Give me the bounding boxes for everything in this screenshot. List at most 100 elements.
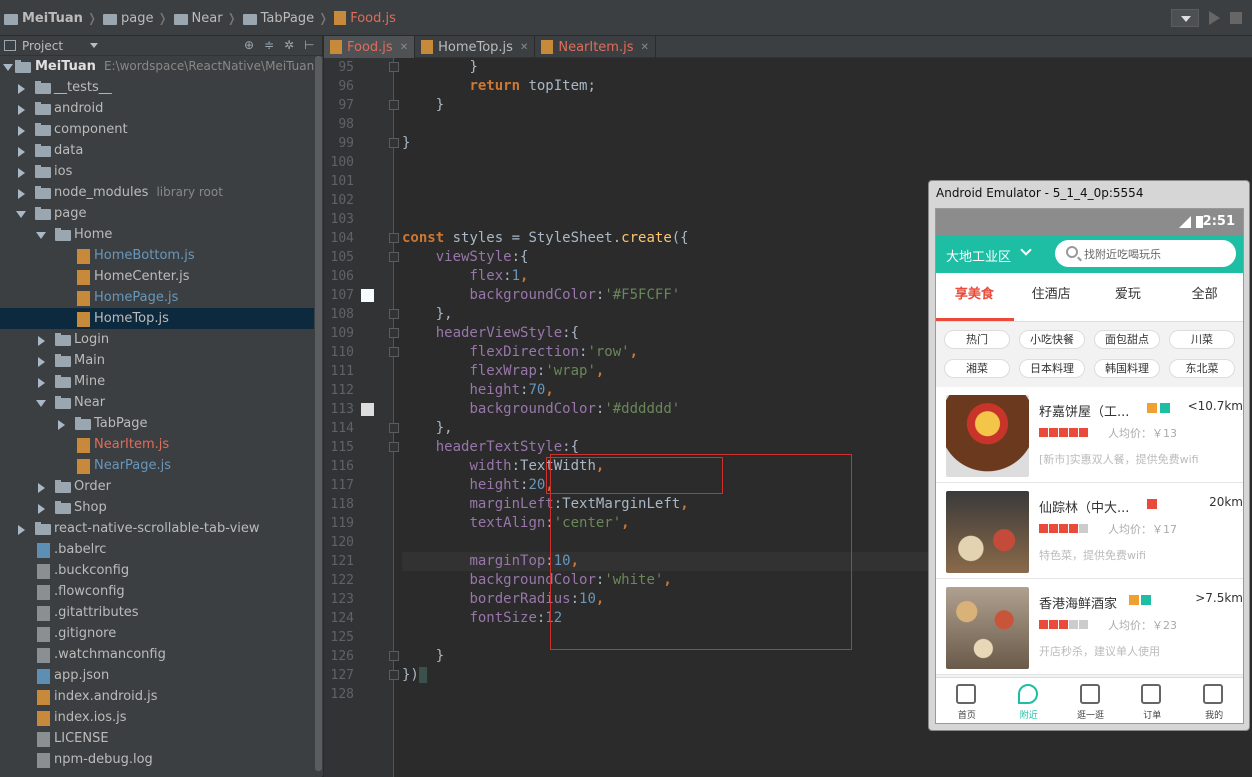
tree-item[interactable]: TabPage: [0, 413, 314, 434]
breadcrumb-item-root[interactable]: MeiTuan: [4, 11, 83, 26]
chip[interactable]: 湘菜: [944, 359, 1010, 378]
chip[interactable]: 东北菜: [1169, 359, 1235, 378]
tree-item[interactable]: Login: [0, 329, 314, 350]
tree-item-root[interactable]: MeiTuan E:\wordspace\ReactNative\MeiTuan: [0, 56, 314, 77]
chevron-down-icon[interactable]: [36, 232, 46, 239]
run-config-dropdown[interactable]: [1171, 9, 1199, 27]
chevron-right-icon[interactable]: [18, 168, 25, 178]
chevron-right-icon[interactable]: [18, 126, 25, 136]
tree-item[interactable]: .gitattributes: [0, 602, 314, 623]
tree-item[interactable]: NearItem.js: [0, 434, 314, 455]
tree-item[interactable]: component: [0, 119, 314, 140]
fold-marker-icon[interactable]: [389, 442, 399, 452]
bottom-tab-browse[interactable]: 逛一逛: [1060, 678, 1122, 723]
fold-marker-icon[interactable]: [389, 423, 399, 433]
chevron-down-icon[interactable]: [36, 400, 46, 407]
color-swatch-icon[interactable]: [361, 289, 374, 302]
tab-food[interactable]: 享美食: [936, 273, 1013, 321]
tree-item[interactable]: HomePage.js: [0, 287, 314, 308]
tree-item[interactable]: .flowconfig: [0, 581, 314, 602]
chevron-down-icon[interactable]: [1020, 244, 1032, 256]
fold-marker-icon[interactable]: [389, 233, 399, 243]
color-swatch-icon[interactable]: [361, 403, 374, 416]
fold-marker-icon[interactable]: [389, 328, 399, 338]
tree-item[interactable]: node_modules library root: [0, 182, 314, 203]
fold-marker-icon[interactable]: [389, 670, 399, 680]
chevron-right-icon[interactable]: [38, 357, 45, 367]
tab-fun[interactable]: 爱玩: [1090, 273, 1167, 321]
bottom-tab-mine[interactable]: 我的: [1183, 678, 1243, 723]
bottom-tab-home[interactable]: 首页: [936, 678, 998, 723]
tab-nearitem-js[interactable]: NearItem.js ✕: [535, 36, 656, 58]
chevron-right-icon[interactable]: [38, 504, 45, 514]
tab-all[interactable]: 全部: [1166, 273, 1243, 321]
tree-item[interactable]: npm-debug.log: [0, 749, 314, 770]
chevron-right-icon[interactable]: [38, 483, 45, 493]
tree-item[interactable]: Home: [0, 224, 314, 245]
tree-item[interactable]: index.android.js: [0, 686, 314, 707]
tree-item[interactable]: Shop: [0, 497, 314, 518]
tree-item[interactable]: NearPage.js: [0, 455, 314, 476]
chip[interactable]: 热门: [944, 330, 1010, 349]
list-item[interactable]: 香港海鲜酒家 >7.5km 人均价：￥23 开店秒杀，建议单人使用: [936, 579, 1243, 675]
close-icon[interactable]: ✕: [520, 42, 528, 53]
fold-marker-icon[interactable]: [389, 138, 399, 148]
emulator-title[interactable]: Android Emulator - 5_1_4_0p:5554: [929, 181, 1249, 206]
chip[interactable]: 日本料理: [1019, 359, 1085, 378]
hide-panel-icon[interactable]: ⊢: [304, 39, 316, 51]
tree-item[interactable]: .watchmanconfig: [0, 644, 314, 665]
chevron-right-icon[interactable]: [18, 84, 25, 94]
fold-marker-icon[interactable]: [389, 347, 399, 357]
project-panel-header[interactable]: Project ⊕ ≑ ✲ ⊢: [0, 36, 322, 56]
bottom-tab-nearby[interactable]: 附近: [998, 678, 1060, 723]
tree-item-selected[interactable]: HomeTop.js: [0, 308, 314, 329]
list-item[interactable]: 籽嘉饼屋（工... <10.7km 人均价：￥13 [新市]实惠双人餐，提供免费…: [936, 387, 1243, 483]
breadcrumb-item-tabpage[interactable]: TabPage: [242, 11, 314, 26]
gear-icon[interactable]: ✲: [284, 39, 296, 51]
chevron-right-icon[interactable]: [58, 420, 65, 430]
tree-item[interactable]: app.json: [0, 665, 314, 686]
chip[interactable]: 韩国料理: [1094, 359, 1160, 378]
bottom-tab-orders[interactable]: 订单: [1121, 678, 1183, 723]
tree-item[interactable]: Order: [0, 476, 314, 497]
breadcrumb-item-near[interactable]: Near: [173, 11, 223, 26]
tree-item[interactable]: .gitignore: [0, 623, 314, 644]
tab-hotel[interactable]: 住酒店: [1013, 273, 1090, 321]
chevron-right-icon[interactable]: [38, 336, 45, 346]
fold-marker-icon[interactable]: [389, 252, 399, 262]
chevron-down-icon[interactable]: [90, 43, 98, 48]
tree-item[interactable]: .babelrc: [0, 539, 314, 560]
sidebar-scrollbar-thumb[interactable]: [315, 56, 322, 771]
fold-marker-icon[interactable]: [389, 100, 399, 110]
close-icon[interactable]: ✕: [400, 42, 408, 53]
stop-icon[interactable]: [1230, 12, 1242, 24]
tree-item[interactable]: .buckconfig: [0, 560, 314, 581]
tree-item[interactable]: HomeCenter.js: [0, 266, 314, 287]
fold-marker-icon[interactable]: [389, 62, 399, 72]
locate-icon[interactable]: ⊕: [244, 39, 256, 51]
chevron-right-icon[interactable]: [38, 378, 45, 388]
tree-item[interactable]: android: [0, 98, 314, 119]
chip[interactable]: 川菜: [1169, 330, 1235, 349]
city-selector[interactable]: 大地工业区: [946, 246, 1011, 265]
tab-hometop-js[interactable]: HomeTop.js ✕: [415, 36, 536, 58]
fold-marker-icon[interactable]: [389, 309, 399, 319]
tree-item[interactable]: Near: [0, 392, 314, 413]
tree-item[interactable]: data: [0, 140, 314, 161]
chevron-right-icon[interactable]: [18, 525, 25, 535]
tree-item[interactable]: page: [0, 203, 314, 224]
tab-food-js[interactable]: Food.js ✕: [324, 36, 416, 58]
tree-item[interactable]: __tests__: [0, 77, 314, 98]
tree-item[interactable]: react-native-scrollable-tab-view: [0, 518, 314, 539]
chip[interactable]: 小吃快餐: [1019, 330, 1085, 349]
tree-item[interactable]: ios: [0, 161, 314, 182]
tree-item[interactable]: Mine: [0, 371, 314, 392]
chevron-down-icon[interactable]: [16, 211, 26, 218]
tree-item[interactable]: index.ios.js: [0, 707, 314, 728]
breadcrumb-item-file[interactable]: Food.js: [334, 11, 396, 26]
run-icon[interactable]: [1209, 11, 1220, 25]
fold-marker-icon[interactable]: [389, 651, 399, 661]
chevron-down-icon[interactable]: [3, 64, 13, 71]
collapse-icon[interactable]: ≑: [264, 39, 276, 51]
breadcrumb-item-page[interactable]: page: [103, 11, 153, 26]
